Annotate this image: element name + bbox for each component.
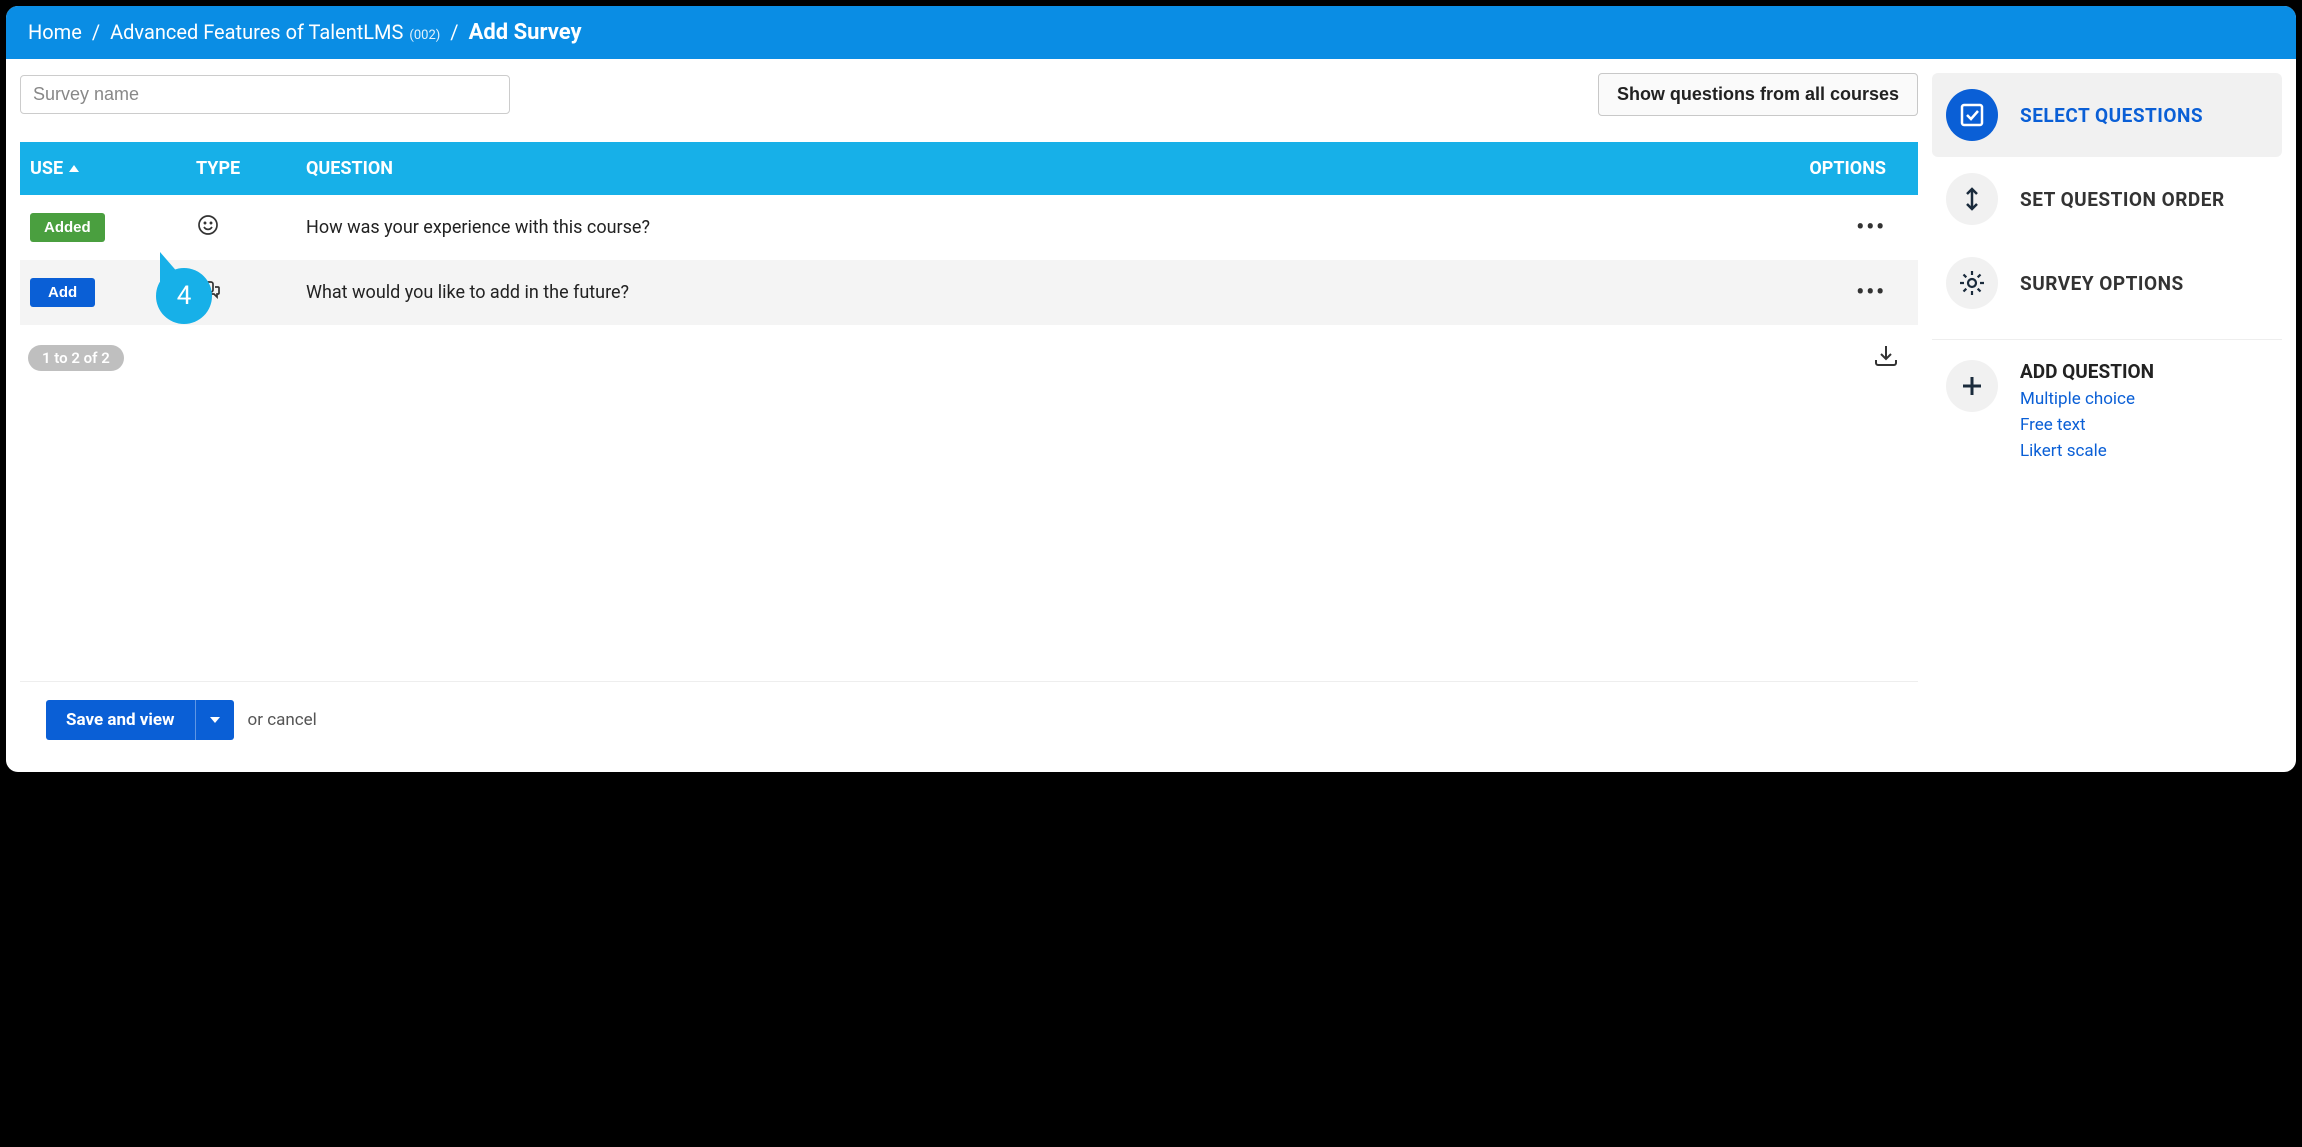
sidebar-item-set-question-order[interactable]: SET QUESTION ORDER [1932, 157, 2282, 241]
gear-icon [1946, 257, 1998, 309]
sidebar-item-label: SET QUESTION ORDER [2020, 188, 2225, 211]
breadcrumb-course-code: (002) [409, 28, 440, 43]
row-options-button[interactable]: ••• [1856, 215, 1886, 240]
breadcrumb-sep: / [92, 20, 100, 44]
sidebar: SELECT QUESTIONS SET QUESTION ORDER SURV… [1932, 73, 2282, 758]
table-header: USE TYPE QUESTION OPTIONS [20, 142, 1918, 195]
caret-down-icon [210, 717, 220, 723]
save-button-label: Save and view [46, 700, 195, 740]
breadcrumb-sep: / [450, 20, 458, 44]
column-header-question[interactable]: QUESTION [306, 158, 1788, 179]
reorder-icon [1946, 173, 1998, 225]
app-window: Home / Advanced Features of TalentLMS (0… [6, 6, 2296, 772]
table-footer: 1 to 2 of 2 [20, 343, 1918, 373]
question-text: How was your experience with this course… [306, 217, 1788, 238]
sidebar-item-label: SURVEY OPTIONS [2020, 272, 2184, 295]
smiley-icon [196, 221, 220, 242]
add-question-free-text[interactable]: Free text [2020, 415, 2154, 435]
save-button-dropdown[interactable] [195, 700, 234, 740]
breadcrumb-bar: Home / Advanced Features of TalentLMS (0… [6, 6, 2296, 59]
column-header-use[interactable]: USE [30, 158, 196, 179]
question-text: What would you like to add in the future… [306, 282, 1788, 303]
save-and-view-button[interactable]: Save and view [46, 700, 234, 740]
bottom-bar: Save and view or cancel [20, 681, 1918, 758]
add-question-title: ADD QUESTION [2020, 360, 2154, 383]
breadcrumb-current: Add Survey [469, 20, 582, 45]
column-header-use-label: USE [30, 158, 63, 179]
survey-name-input[interactable] [20, 75, 510, 114]
pagination-range: 1 to 2 of 2 [28, 345, 124, 371]
sidebar-item-label: SELECT QUESTIONS [2020, 104, 2203, 127]
sidebar-item-select-questions[interactable]: SELECT QUESTIONS [1932, 73, 2282, 157]
add-question-multiple-choice[interactable]: Multiple choice [2020, 389, 2154, 409]
toolbar: Show questions from all courses [20, 73, 1918, 116]
column-header-options: OPTIONS [1788, 158, 1908, 179]
show-all-questions-button[interactable]: Show questions from all courses [1598, 73, 1918, 116]
download-icon[interactable] [1872, 343, 1900, 373]
use-added-button[interactable]: Added [30, 213, 105, 242]
main-panel: Show questions from all courses USE TYPE… [20, 73, 1918, 758]
breadcrumb-course[interactable]: Advanced Features of TalentLMS [110, 20, 403, 44]
chat-icon [196, 286, 222, 307]
row-options-button[interactable]: ••• [1856, 280, 1886, 305]
table-row: Add What would you like to add in the fu… [20, 260, 1918, 325]
plus-icon [1946, 360, 1998, 412]
sidebar-divider [1932, 339, 2282, 340]
add-question-section: ADD QUESTION Multiple choice Free text L… [1932, 354, 2282, 467]
content-area: Show questions from all courses USE TYPE… [6, 59, 2296, 772]
cancel-link[interactable]: or cancel [248, 710, 317, 730]
use-add-button[interactable]: Add [30, 278, 95, 307]
table-row: Added How was your experience with this … [20, 195, 1918, 260]
breadcrumb-home[interactable]: Home [28, 20, 82, 44]
sort-ascending-icon [69, 165, 79, 172]
checkbox-icon [1946, 89, 1998, 141]
add-question-likert-scale[interactable]: Likert scale [2020, 441, 2154, 461]
sidebar-item-survey-options[interactable]: SURVEY OPTIONS [1932, 241, 2282, 325]
column-header-type[interactable]: TYPE [196, 158, 306, 179]
